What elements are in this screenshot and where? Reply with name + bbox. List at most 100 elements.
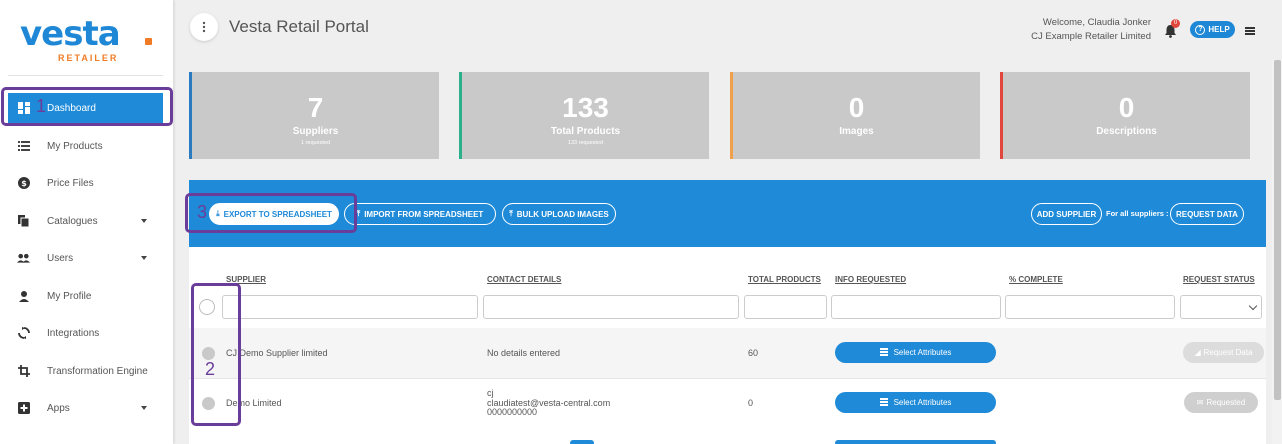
stat-label: Images: [839, 126, 874, 137]
request-data-label: REQUEST DATA: [1176, 209, 1238, 219]
sidebar-item-label: My Profile: [47, 290, 92, 302]
sidebar-item-apps[interactable]: Apps: [8, 393, 163, 423]
contact-details: No details entered: [487, 348, 561, 358]
contact-name: cj: [487, 388, 494, 398]
import-spreadsheet-button[interactable]: ⤒ IMPORT FROM SPREADSHEET: [344, 203, 496, 225]
annotation-number-3: 3: [197, 202, 208, 222]
stat-sub: 133 requested: [567, 140, 604, 146]
svg-text:$: $: [21, 179, 27, 188]
select-attributes-button[interactable]: Select Attributes: [835, 342, 996, 363]
list-icon: [879, 348, 888, 357]
sidebar-item-integrations[interactable]: Integrations: [8, 318, 163, 348]
requested-status-button[interactable]: ✉ Requested: [1184, 392, 1258, 413]
logo-wordmark: vesta: [20, 14, 121, 54]
chevron-down-icon: [141, 256, 147, 260]
stat-card-suppliers[interactable]: 7 Suppliers 1 requested: [189, 72, 439, 159]
stat-value: 0: [1118, 92, 1135, 123]
partial-row-element: [835, 440, 996, 444]
request-data-all-button[interactable]: REQUEST DATA: [1170, 203, 1244, 225]
help-label: HELP: [1208, 25, 1230, 34]
select-attributes-label: Select Attributes: [893, 398, 952, 407]
chevron-down-icon: [141, 406, 147, 410]
sidebar-item-label: Catalogues: [47, 215, 98, 227]
annotation-box-3: [185, 193, 357, 233]
user-welcome: Welcome, Claudia Jonker CJ Example Retai…: [1031, 16, 1151, 44]
sidebar-item-label: Transformation Engine: [47, 365, 148, 377]
sidebar-item-price-files[interactable]: $ Price Files: [8, 168, 163, 198]
column-header-info-requested[interactable]: INFO REQUESTED: [835, 275, 906, 284]
bulk-upload-images-button[interactable]: ⤒ BULK UPLOAD IMAGES: [502, 203, 616, 225]
contact-filter-input[interactable]: [483, 295, 739, 319]
stat-label: Total Products: [550, 126, 621, 137]
vertical-dots-icon: [202, 21, 206, 33]
dollar-icon: $: [17, 177, 30, 190]
stat-value: 7: [307, 92, 324, 123]
envelope-icon: ✉: [1196, 398, 1204, 407]
scrollbar-thumb[interactable]: [1274, 60, 1281, 400]
sync-icon: [17, 327, 30, 340]
sidebar-item-transformation-engine[interactable]: Transformation Engine: [8, 356, 163, 386]
annotation-number-2: 2: [205, 359, 216, 379]
page-scrollbar[interactable]: [1272, 60, 1282, 444]
send-icon: ◢: [1194, 348, 1201, 357]
sidebar-item-users[interactable]: Users: [8, 243, 163, 273]
crop-icon: [17, 365, 30, 378]
plus-box-icon: [17, 402, 30, 415]
add-supplier-label: ADD SUPPLIER: [1036, 209, 1097, 219]
column-header-contact[interactable]: CONTACT DETAILS: [487, 275, 561, 284]
stat-value: 133: [562, 92, 609, 123]
list-icon: [17, 140, 30, 153]
notification-badge: 0: [1171, 19, 1180, 28]
annotation-box-1: [1, 87, 173, 126]
sidebar-divider: [8, 75, 163, 76]
total-filter-input[interactable]: [744, 295, 827, 319]
select-attributes-button[interactable]: Select Attributes: [835, 392, 996, 413]
stat-label: Descriptions: [1096, 126, 1157, 137]
for-all-suppliers-label: For all suppliers :: [1106, 209, 1169, 218]
welcome-text: Welcome, Claudia Jonker: [1042, 17, 1151, 28]
bulk-label: BULK UPLOAD IMAGES: [516, 209, 609, 219]
logo-dot: [145, 38, 152, 45]
supplier-name: CJ Demo Supplier limited: [226, 348, 328, 358]
sidebar-item-my-profile[interactable]: My Profile: [8, 281, 163, 311]
vesta-logo[interactable]: vesta RETAILER: [20, 14, 160, 70]
stat-card-total-products[interactable]: 133 Total Products 133 requested: [459, 72, 709, 159]
select-attributes-label: Select Attributes: [893, 348, 952, 357]
column-header-percent-complete[interactable]: % COMPLETE: [1009, 275, 1063, 284]
person-icon: [17, 290, 30, 303]
partial-row-element: [570, 440, 594, 444]
add-supplier-button[interactable]: ADD SUPPLIER: [1031, 203, 1102, 225]
info-filter-input[interactable]: [831, 295, 1001, 319]
request-data-button[interactable]: ◢ Request Data: [1183, 342, 1264, 363]
page-title: Vesta Retail Portal: [229, 17, 369, 36]
annotation-box-2: [191, 283, 241, 426]
more-options-button[interactable]: [190, 13, 218, 41]
annotation-number-1: 1: [36, 96, 47, 116]
list-icon: [879, 398, 888, 407]
upload-icon: ⤒: [509, 209, 513, 218]
sidebar-item-catalogues[interactable]: Catalogues: [8, 206, 163, 236]
sidebar-item-my-products[interactable]: My Products: [8, 131, 163, 161]
account-name: CJ Example Retailer Limited: [1031, 31, 1151, 42]
stat-card-descriptions[interactable]: 0 Descriptions: [1000, 72, 1250, 159]
users-icon: [17, 252, 30, 265]
table-row: [189, 378, 1266, 428]
hamburger-menu-icon[interactable]: [1245, 27, 1255, 35]
sidebar-item-label: Users: [47, 252, 74, 264]
help-button[interactable]: ? HELP: [1190, 21, 1235, 38]
request-status-label: Request Data: [1203, 348, 1253, 357]
upload-icon: ⤒: [356, 209, 361, 218]
total-products: 60: [748, 348, 759, 358]
request-status-label: Requested: [1206, 398, 1246, 407]
sidebar: vesta RETAILER Dashboard My Products $ P…: [0, 0, 173, 444]
column-header-total-products[interactable]: TOTAL PRODUCTS: [748, 275, 821, 284]
stat-card-images[interactable]: 0 Images: [730, 72, 980, 159]
supplier-filter-input[interactable]: [222, 295, 478, 319]
table-row: [189, 328, 1266, 378]
total-products: 0: [748, 398, 754, 408]
stat-label: Suppliers: [292, 126, 339, 137]
complete-filter-input[interactable]: [1005, 295, 1175, 319]
sidebar-item-label: Price Files: [47, 177, 94, 189]
sidebar-item-label: Integrations: [47, 327, 100, 339]
column-header-request-status[interactable]: REQUEST STATUS: [1183, 275, 1255, 284]
